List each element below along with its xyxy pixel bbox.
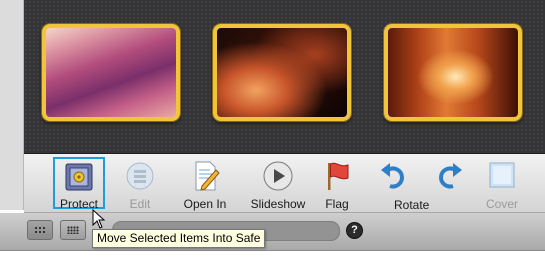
small-grid-view-button[interactable] — [60, 220, 86, 240]
edit-icon — [126, 162, 154, 190]
small-grid-icon — [67, 226, 79, 234]
cover-icon — [489, 162, 515, 188]
tooltip: Move Selected Items Into Safe — [92, 229, 266, 248]
photo-thumbnail-1[interactable] — [42, 24, 180, 121]
protect-button[interactable]: Protect — [53, 157, 105, 211]
grid-icon — [34, 226, 46, 234]
toolbar: Protect Edit Open In Slideshow Flag Rota… — [24, 154, 545, 213]
rotate-right-icon — [439, 163, 462, 189]
cover-label: Cover — [485, 197, 518, 211]
document-pencil-icon — [195, 161, 220, 191]
bottom-bar: ? — [0, 213, 545, 251]
flag-button[interactable]: Flag — [319, 157, 355, 211]
large-grid-view-button[interactable] — [27, 220, 53, 240]
rotate-right-button[interactable] — [431, 157, 467, 209]
flag-icon — [328, 162, 349, 190]
play-icon — [263, 161, 293, 191]
sidebar-edge — [0, 0, 24, 210]
photo-thumbnail-3[interactable] — [384, 24, 522, 121]
help-button[interactable]: ? — [346, 222, 363, 239]
slideshow-label: Slideshow — [250, 197, 306, 211]
safe-icon — [65, 163, 93, 191]
mouse-cursor-icon — [92, 209, 106, 229]
open-in-label: Open In — [183, 197, 227, 211]
rotate-left-icon — [381, 163, 404, 189]
edit-label: Edit — [129, 197, 151, 211]
photo-thumbnail-2[interactable] — [213, 24, 351, 121]
flag-label: Flag — [325, 197, 349, 211]
rotate-label: Rotate — [394, 198, 430, 212]
open-in-button[interactable]: Open In — [180, 157, 230, 211]
slideshow-button[interactable]: Slideshow — [246, 157, 310, 211]
edit-button[interactable]: Edit — [120, 157, 160, 211]
cover-button[interactable]: Cover — [481, 157, 523, 211]
